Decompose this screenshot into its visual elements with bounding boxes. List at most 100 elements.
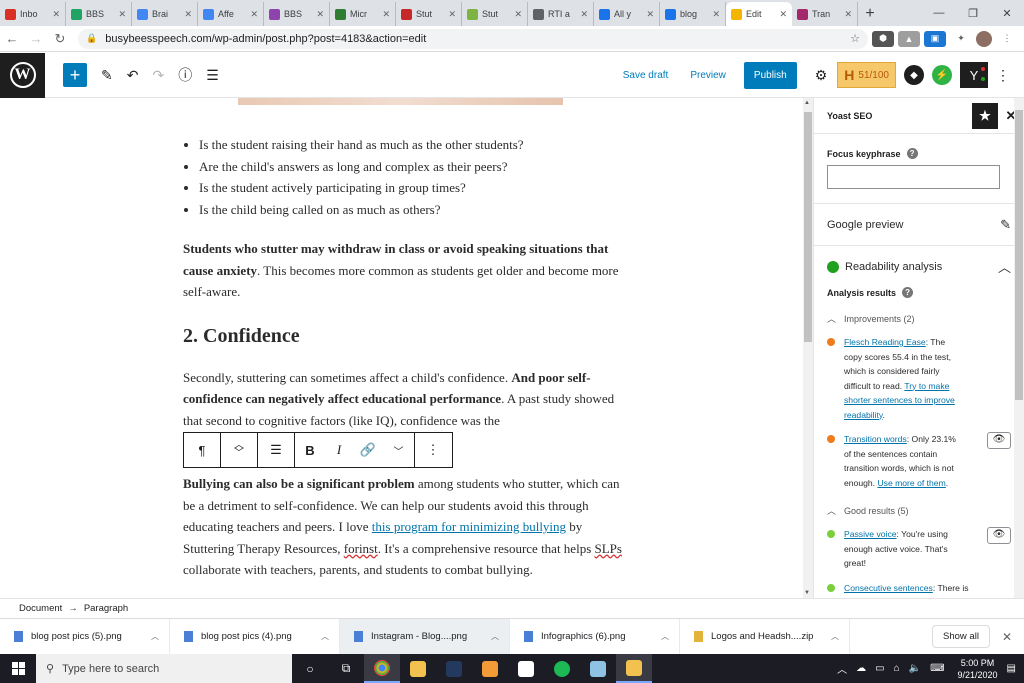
browser-tab[interactable]: Affe ✕ [198,2,264,26]
outline-list-icon[interactable]: ☰ [206,67,219,84]
clock[interactable]: 5:00 PM 9/21/2020 [958,657,998,681]
extension-icon[interactable]: ⬢ [872,30,894,47]
close-tab-icon[interactable]: ✕ [118,9,126,20]
lightning-icon[interactable]: ⚡ [932,65,952,85]
wordpress-logo[interactable]: W [0,52,45,98]
acrobat-icon[interactable] [508,654,544,683]
bookmark-star-icon[interactable]: ☆ [850,32,860,45]
more-options-icon[interactable]: ⋮ [415,433,451,467]
settings-gear-icon[interactable]: ⚙ [815,67,828,84]
download-item[interactable]: blog post pics (5).png ︿ [0,618,170,655]
chrome-menu-icon[interactable]: ⋮ [996,30,1018,47]
chevron-up-icon[interactable]: ︿ [491,631,499,642]
scrollbar-thumb[interactable] [1015,110,1023,400]
battery-icon[interactable]: ▭ [875,663,884,674]
close-tab-icon[interactable]: ✕ [382,9,390,20]
close-window-icon[interactable]: ✕ [990,0,1024,26]
chevron-up-icon[interactable]: ︿ [998,257,1011,276]
breadcrumb-document[interactable]: Document [19,603,62,614]
browser-tab[interactable]: Inbo ✕ [0,2,66,26]
eye-icon[interactable]: 👁 [987,527,1011,544]
spotify-icon[interactable] [544,654,580,683]
paragraph[interactable]: Secondly, stuttering can sometimes affec… [183,367,623,432]
focus-keyphrase-input[interactable] [827,165,1000,189]
task-view-icon[interactable]: ⧉ [328,654,364,683]
extensions-puzzle-icon[interactable]: ✦ [950,30,972,47]
chevron-up-icon[interactable]: ︿ [661,631,669,642]
notifications-icon[interactable]: ▤ [1007,663,1016,674]
close-tab-icon[interactable]: ✕ [712,9,720,20]
redo-icon[interactable]: ↷ [152,67,164,84]
move-up-down-icon[interactable]: ︿ ﹀ [221,433,258,467]
keyboard-icon[interactable]: ⌨ [930,663,944,674]
volume-icon[interactable]: 🔈 [909,663,921,674]
extension-icon[interactable]: ▣ [924,30,946,47]
download-item[interactable]: blog post pics (4).png ︿ [170,618,340,655]
minimize-icon[interactable]: — [922,0,956,26]
plugin-icon[interactable]: ◆ [904,65,924,85]
folder-icon[interactable] [616,654,652,683]
back-icon[interactable]: ← [0,31,24,46]
browser-tab[interactable]: Edit ✕ [726,2,792,26]
browser-tab[interactable]: Micr ✕ [330,2,396,26]
chevron-down-icon[interactable]: ﹀ [383,433,415,467]
scrollbar-thumb[interactable] [804,112,812,342]
image-block[interactable] [238,98,563,105]
file-explorer-icon[interactable] [400,654,436,683]
publish-button[interactable]: Publish [743,61,797,89]
browser-tab[interactable]: RTI a ✕ [528,2,594,26]
new-tab-button[interactable]: + [858,2,882,26]
post-content[interactable]: Is the student raising their hand as muc… [183,134,623,581]
help-icon[interactable]: ? [902,287,914,298]
close-tab-icon[interactable]: ✕ [52,9,60,20]
paragraph-block-icon[interactable]: ¶ [184,433,221,467]
readability-toggle[interactable]: Readability analysis ︿ [814,245,1024,287]
taskbar-search[interactable]: ⚲ Type here to search [36,654,292,683]
close-tab-icon[interactable]: ✕ [514,9,522,20]
extension-icon[interactable]: ▲ [898,30,920,47]
cortana-icon[interactable]: ○ [292,654,328,683]
save-draft-button[interactable]: Save draft [623,70,669,81]
misspelled-word[interactable]: forinst [344,541,378,556]
close-tab-icon[interactable]: ✕ [646,9,654,20]
browser-tab[interactable]: All y ✕ [594,2,660,26]
close-tab-icon[interactable]: ✕ [844,9,852,20]
browser-tab[interactable]: BBS ✕ [264,2,330,26]
start-button[interactable] [0,654,36,683]
add-block-button[interactable]: + [63,63,87,87]
paragraph[interactable]: Students who stutter may withdraw in cla… [183,238,623,303]
italic-icon[interactable]: I [325,433,353,467]
browser-tab[interactable]: Stut ✕ [462,2,528,26]
sidebar-scrollbar[interactable] [1014,98,1024,598]
paragraph-bullying[interactable]: Bullying can also be a significant probl… [183,473,623,581]
reload-icon[interactable]: ↻ [48,31,72,47]
close-tab-icon[interactable]: ✕ [580,9,588,20]
breadcrumb-paragraph[interactable]: Paragraph [84,603,128,614]
good-results-toggle[interactable]: ︿ Good results (5) [814,490,1024,517]
download-item[interactable]: Instagram - Blog....png ︿ [340,618,510,655]
more-options-icon[interactable]: ⋮ [996,67,1010,84]
editor-scrollbar[interactable]: ▲ ▼ [803,98,813,598]
help-icon[interactable]: ? [906,148,918,159]
app-icon[interactable] [436,654,472,683]
google-preview-toggle[interactable]: Google preview ✎ [814,203,1024,245]
bullet-list[interactable]: Is the student raising their hand as muc… [183,134,623,220]
star-icon[interactable]: ★ [972,102,998,129]
paint-icon[interactable] [580,654,616,683]
passive-voice-link[interactable]: Passive voice [844,529,897,539]
chevron-up-icon[interactable]: ︿ [151,631,159,642]
use-more-link[interactable]: Use more of them [877,478,945,488]
stack-app-icon[interactable] [472,654,508,683]
improvements-toggle[interactable]: ︿ Improvements (2) [814,298,1024,325]
download-item[interactable]: Logos and Headsh....zip ︿ [680,618,850,655]
preview-button[interactable]: Preview [690,70,726,81]
close-icon[interactable]: ✕ [1002,630,1012,644]
bold-icon[interactable]: B [295,433,325,467]
browser-tab[interactable]: Stut ✕ [396,2,462,26]
forward-icon[interactable]: → [24,31,48,46]
restore-icon[interactable]: ❐ [956,0,990,26]
bullying-program-link[interactable]: this program for minimizing bullying [372,519,566,534]
profile-avatar[interactable] [976,30,992,47]
network-icon[interactable]: ⌂ [894,663,900,674]
align-left-icon[interactable]: ☰ [258,433,295,467]
